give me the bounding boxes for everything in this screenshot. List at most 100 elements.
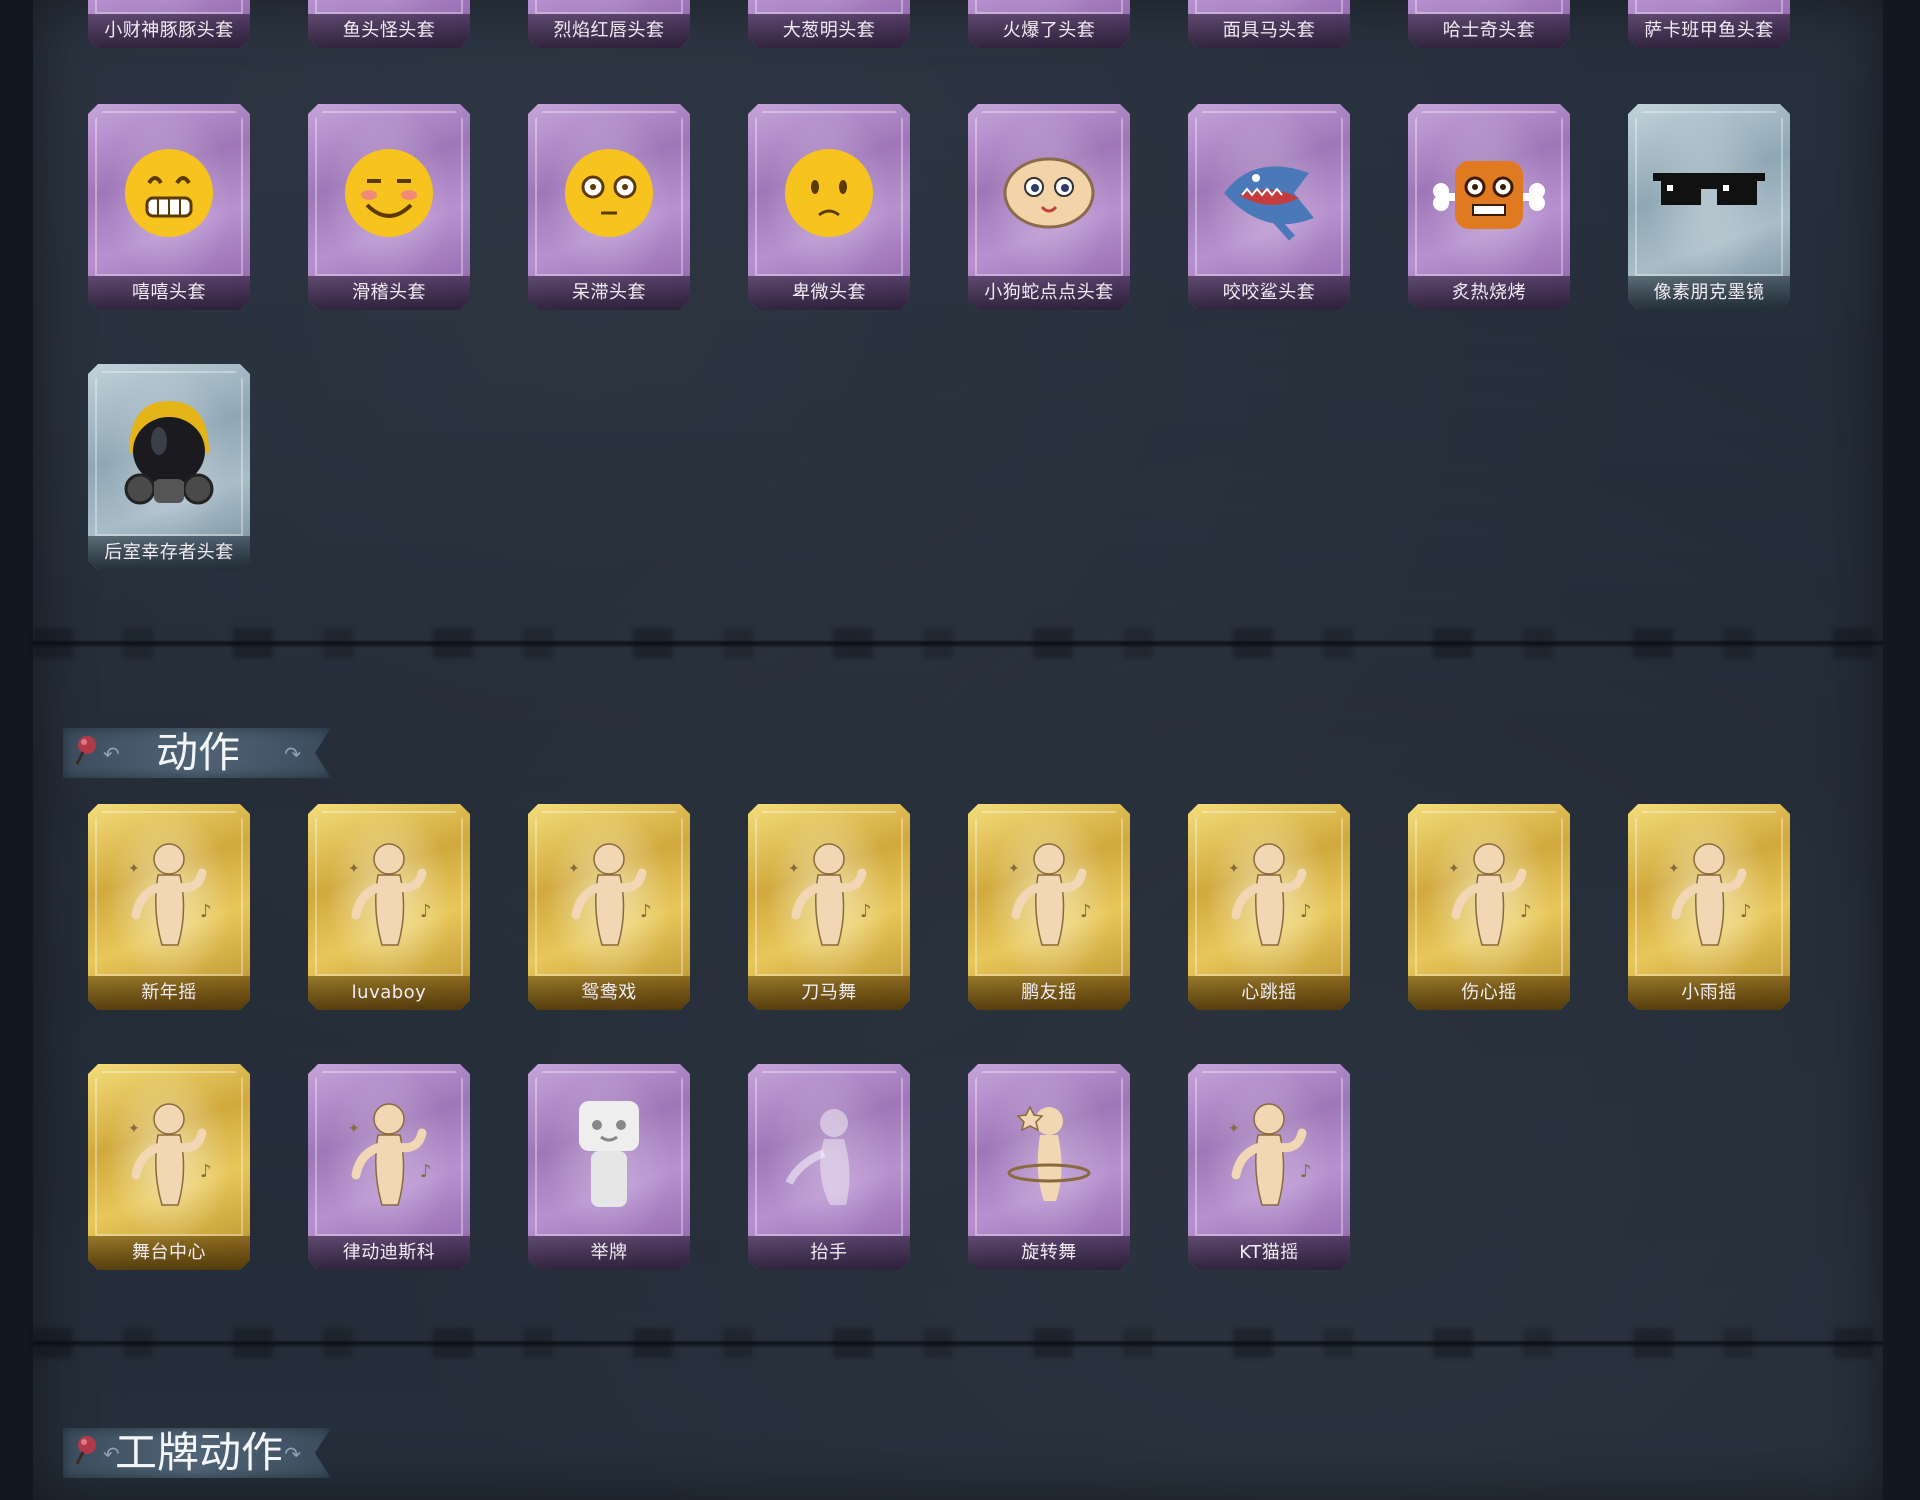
- sign-holding-icon: [528, 1082, 690, 1224]
- spin-dance-icon: [968, 1082, 1130, 1224]
- svg-text:♪: ♪: [200, 901, 212, 922]
- item-label: 鱼头怪头套: [308, 14, 470, 48]
- puppy-snake-icon: [968, 122, 1130, 264]
- item-label: 火爆了头套: [968, 14, 1130, 48]
- item-label: 咬咬鲨头套: [1188, 276, 1350, 310]
- card-frame: ♪ ✦ 心跳摇: [1188, 804, 1350, 1010]
- section-header-badge-motion: ↶ 工牌动作 ↷: [63, 1428, 331, 1478]
- item-label: 哈士奇头套: [1408, 14, 1570, 48]
- item-card[interactable]: 大葱明头套: [748, 0, 910, 48]
- section-title: 工牌动作: [115, 1428, 284, 1477]
- smirk-emoji-icon: [308, 122, 470, 264]
- item-label: 大葱明头套: [748, 14, 910, 48]
- item-label: 律动迪斯科: [308, 1236, 470, 1270]
- item-card[interactable]: 抬手: [748, 1064, 910, 1270]
- fish-head-icon: [308, 0, 470, 2]
- item-label: 滑稽头套: [308, 276, 470, 310]
- item-card[interactable]: 面具马头套: [1188, 0, 1350, 48]
- item-label: 舞台中心: [88, 1236, 250, 1270]
- item-card[interactable]: ♪ ✦ 新年摇: [88, 804, 250, 1010]
- svg-text:✦: ✦: [128, 861, 140, 877]
- card-frame: 火爆了头套: [968, 0, 1130, 48]
- card-frame: ♪ ✦ 新年摇: [88, 804, 250, 1010]
- item-label: 炙热烧烤: [1408, 276, 1570, 310]
- item-label: 旋转舞: [968, 1236, 1130, 1270]
- item-card[interactable]: 小狗蛇点点头套: [968, 104, 1130, 310]
- item-card[interactable]: 举牌: [528, 1064, 690, 1270]
- dance-pose-icon: ♪ ✦: [528, 822, 690, 964]
- dance-pose-icon: ♪ ✦: [1188, 822, 1350, 964]
- section-divider: [33, 640, 1883, 648]
- grinning-emoji-icon: [88, 122, 250, 264]
- card-frame: 像素朋克墨镜: [1628, 104, 1790, 310]
- swirl-ornament-icon: ↷: [284, 1442, 301, 1466]
- piggy-mask-icon: [88, 0, 250, 2]
- svg-text:✦: ✦: [568, 861, 580, 877]
- item-card[interactable]: 旋转舞: [968, 1064, 1130, 1270]
- dance-pose-icon: ♪ ✦: [88, 1082, 250, 1224]
- item-card[interactable]: 炙热烧烤: [1408, 104, 1570, 310]
- svg-text:♪: ♪: [420, 901, 432, 922]
- card-frame: ♪ ✦ 鹏友摇: [968, 804, 1130, 1010]
- item-card[interactable]: 火爆了头套: [968, 0, 1130, 48]
- svg-text:✦: ✦: [1008, 861, 1020, 877]
- item-label: 鹏友摇: [968, 976, 1130, 1010]
- pixel-sunglasses-icon: [1628, 122, 1790, 264]
- item-label: 卑微头套: [748, 276, 910, 310]
- item-card[interactable]: 咬咬鲨头套: [1188, 104, 1350, 310]
- item-card[interactable]: 像素朋克墨镜: [1628, 104, 1790, 310]
- svg-text:✦: ✦: [1668, 861, 1680, 877]
- svg-text:♪: ♪: [1080, 901, 1092, 922]
- item-card[interactable]: 烈焰红唇头套: [528, 0, 690, 48]
- card-frame: ♪ ✦ 伤心摇: [1408, 804, 1570, 1010]
- svg-text:♪: ♪: [1300, 901, 1312, 922]
- item-card[interactable]: ♪ ✦ 律动迪斯科: [308, 1064, 470, 1270]
- roast-meat-icon: [1408, 122, 1570, 264]
- card-frame: ♪ ✦ luvaboy: [308, 804, 470, 1010]
- item-card[interactable]: ♪ ✦ 小雨摇: [1628, 804, 1790, 1010]
- item-card[interactable]: ♪ ✦ 伤心摇: [1408, 804, 1570, 1010]
- item-card[interactable]: ♪ ✦ 刀马舞: [748, 804, 910, 1010]
- item-label: 伤心摇: [1408, 976, 1570, 1010]
- item-card[interactable]: 卑微头套: [748, 104, 910, 310]
- item-card[interactable]: ♪ ✦ 心跳摇: [1188, 804, 1350, 1010]
- card-frame: 炙热烧烤: [1408, 104, 1570, 310]
- husky-head-icon: [1408, 0, 1570, 2]
- card-frame: ♪ ✦ 小雨摇: [1628, 804, 1790, 1010]
- item-card[interactable]: 后室幸存者头套: [88, 364, 250, 570]
- item-card[interactable]: 萨卡班甲鱼头套: [1628, 0, 1790, 48]
- item-card[interactable]: 滑稽头套: [308, 104, 470, 310]
- item-label: 小财神豚豚头套: [88, 14, 250, 48]
- svg-text:✦: ✦: [1228, 861, 1240, 877]
- item-label: 抬手: [748, 1236, 910, 1270]
- item-label: 小雨摇: [1628, 976, 1790, 1010]
- item-card[interactable]: ♪ ✦ 鹏友摇: [968, 804, 1130, 1010]
- item-card[interactable]: ♪ ✦ 鸳鸯戏: [528, 804, 690, 1010]
- item-card[interactable]: 呆滞头套: [528, 104, 690, 310]
- swirl-ornament-icon: ↷: [284, 742, 301, 766]
- dance-pose-icon: ♪ ✦: [1628, 822, 1790, 964]
- item-card[interactable]: 哈士奇头套: [1408, 0, 1570, 48]
- svg-text:♪: ♪: [1740, 901, 1752, 922]
- pushpin-icon: [75, 736, 96, 765]
- item-card[interactable]: ♪ ✦ KT猫摇: [1188, 1064, 1350, 1270]
- svg-text:✦: ✦: [788, 861, 800, 877]
- section-divider: [33, 1340, 1883, 1348]
- card-frame: 萨卡班甲鱼头套: [1628, 0, 1790, 48]
- item-label: 烈焰红唇头套: [528, 14, 690, 48]
- item-card[interactable]: ♪ ✦ 舞台中心: [88, 1064, 250, 1270]
- dazed-emoji-icon: [528, 122, 690, 264]
- card-frame: ♪ ✦ 鸳鸯戏: [528, 804, 690, 1010]
- card-frame: 呆滞头套: [528, 104, 690, 310]
- item-card[interactable]: 嘻嘻头套: [88, 104, 250, 310]
- card-frame: ♪ ✦ 律动迪斯科: [308, 1064, 470, 1270]
- card-frame: 烈焰红唇头套: [528, 0, 690, 48]
- svg-text:✦: ✦: [348, 861, 360, 877]
- card-frame: 大葱明头套: [748, 0, 910, 48]
- item-card[interactable]: ♪ ✦ luvaboy: [308, 804, 470, 1010]
- item-card[interactable]: 鱼头怪头套: [308, 0, 470, 48]
- svg-text:♪: ♪: [420, 1161, 432, 1182]
- item-card[interactable]: 小财神豚豚头套: [88, 0, 250, 48]
- svg-text:♪: ♪: [1520, 901, 1532, 922]
- horse-mask-icon: [1188, 0, 1350, 2]
